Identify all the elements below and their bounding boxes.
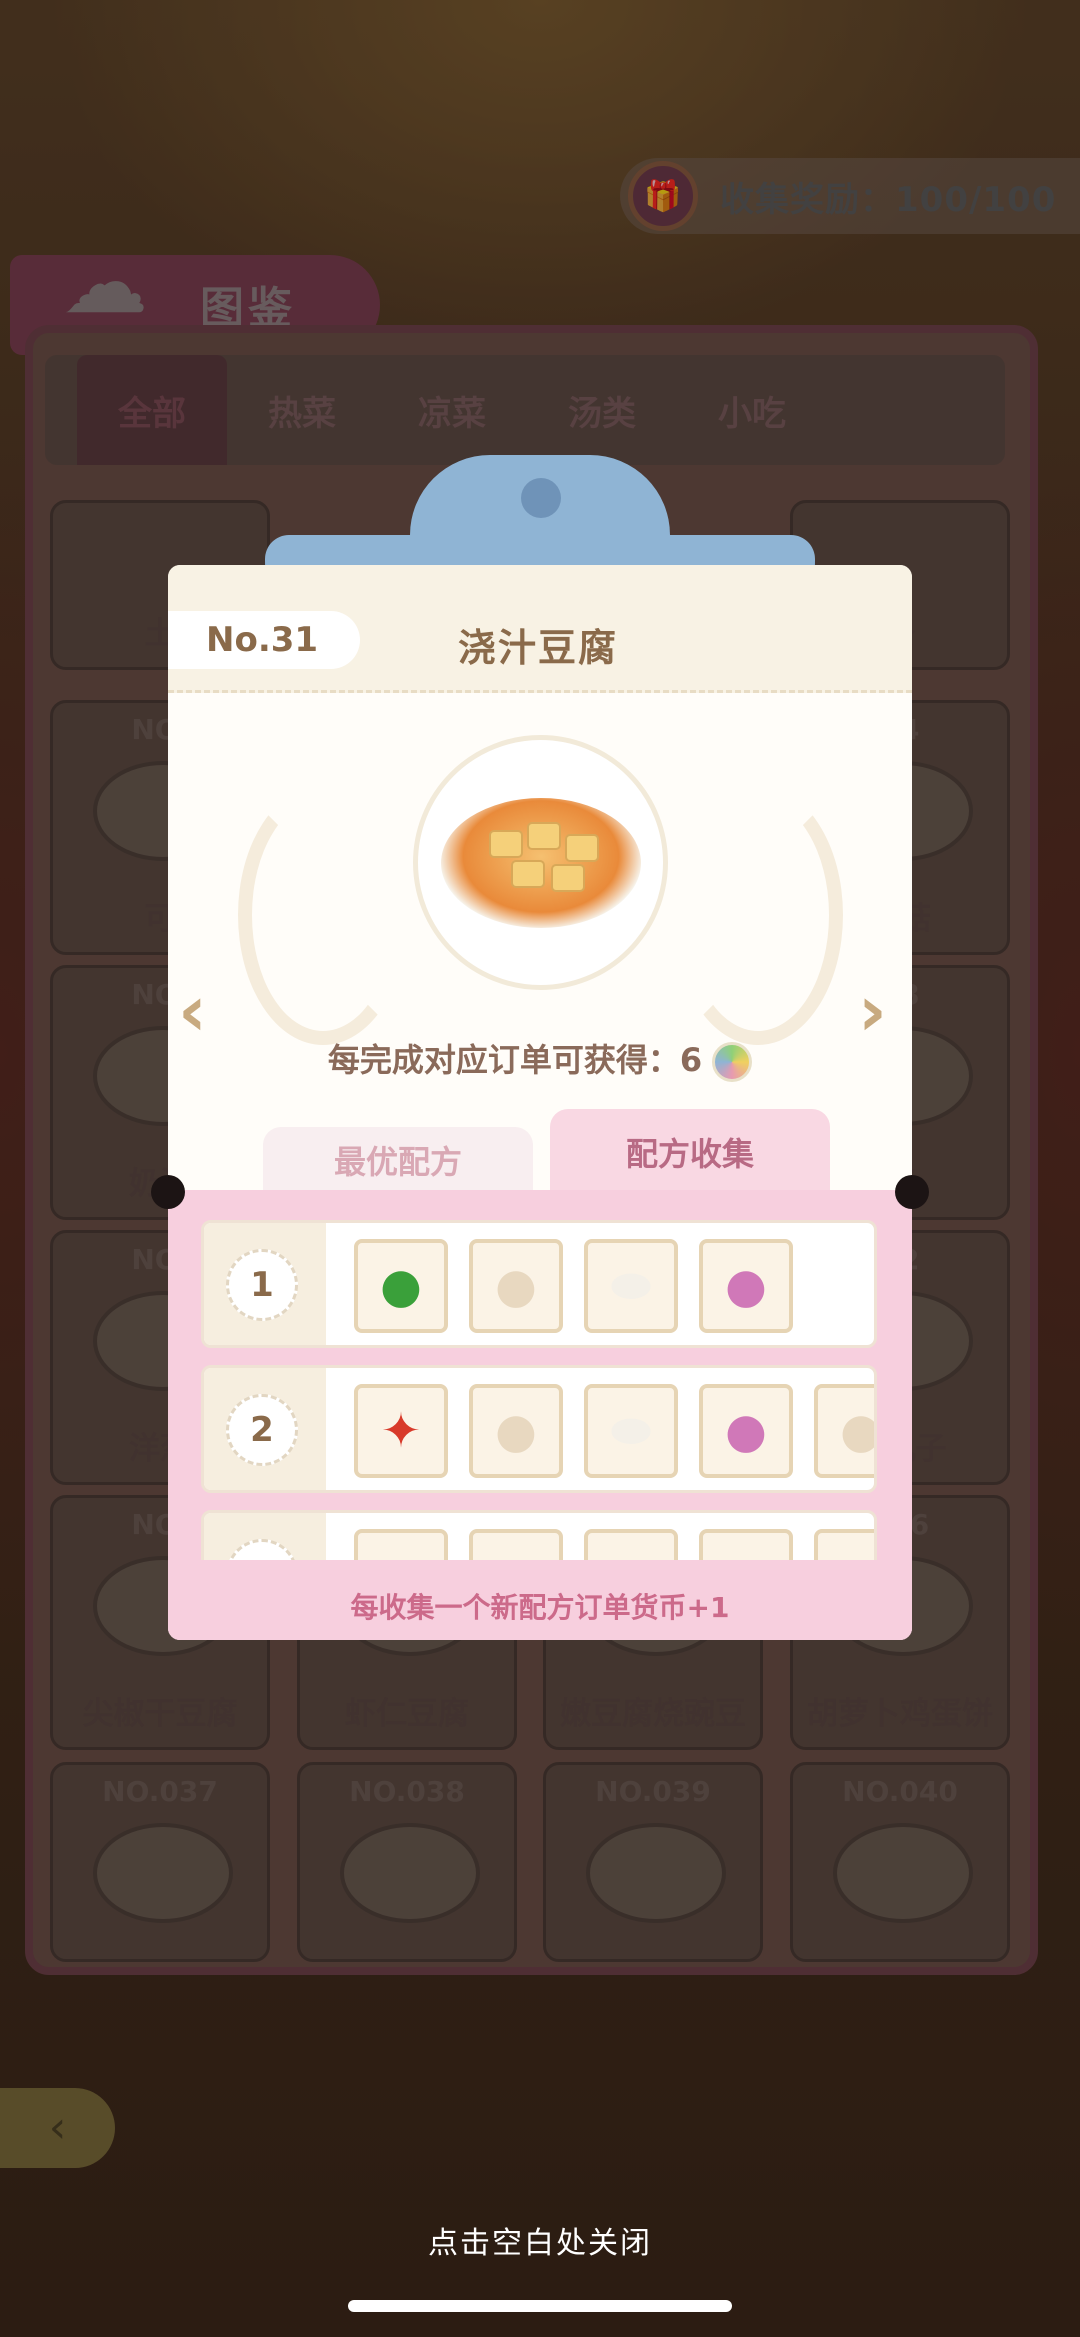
green-pepper-icon: ● (354, 1239, 448, 1333)
recipe-list[interactable]: 1 ● ● ⬬ ● 2 ✦ ● ⬬ ● ● 3 (201, 1220, 881, 1560)
ingredient-slot-icon (354, 1529, 448, 1560)
dish-image-frame (413, 735, 668, 990)
tofu-icon: ⬬ (584, 1239, 678, 1333)
recipe-number: 2 (226, 1394, 298, 1466)
recipe-row[interactable]: 1 ● ● ⬬ ● (201, 1220, 877, 1348)
onion-icon: ● (699, 1384, 793, 1478)
mushroom-icon: ● (814, 1384, 874, 1478)
order-reward-info: 每完成对应订单可获得：6 (168, 1035, 912, 1082)
currency-coin-icon (712, 1042, 753, 1082)
dish-title: 浇汁豆腐 (458, 626, 619, 670)
red-chili-icon: ✦ (354, 1384, 448, 1478)
ingredient-slot-icon (469, 1529, 563, 1560)
modal-header: No.31 浇汁豆腐 (168, 565, 912, 693)
ingredient-slot-icon (699, 1529, 793, 1560)
wreath-right-decoration (673, 785, 843, 1045)
mushroom-icon: ● (469, 1239, 563, 1333)
order-reward-text: 每完成对应订单可获得：6 (327, 1041, 703, 1079)
close-hint[interactable]: 点击空白处关闭 (0, 2218, 1080, 2262)
dish-detail-modal: No.31 浇汁豆腐 ‹ › 每完成对应订单可获得：6 最优配方 配方收集 1 … (168, 565, 912, 1640)
home-indicator[interactable] (348, 2300, 732, 2312)
collection-bonus-note: 每收集一个新配方订单货币+1 (168, 1575, 912, 1640)
mushroom-icon: ● (469, 1384, 563, 1478)
clipboard-clip-hole (521, 478, 561, 518)
wreath-left-decoration (238, 785, 408, 1045)
tofu-icon: ⬬ (584, 1384, 678, 1478)
recipe-number: 1 (226, 1249, 298, 1321)
ticket-notch-right (895, 1175, 929, 1209)
recipe-number: 3 (226, 1539, 298, 1560)
tab-recipe-collection[interactable]: 配方收集 (550, 1109, 830, 1197)
tab-best-recipe[interactable]: 最优配方 (263, 1127, 533, 1197)
dish-number-badge: No.31 (168, 611, 360, 669)
recipe-row[interactable]: 3 (201, 1510, 877, 1560)
ingredient-slot-icon (584, 1529, 678, 1560)
onion-icon: ● (699, 1239, 793, 1333)
ingredient-slot-icon (814, 1529, 874, 1560)
recipe-row[interactable]: 2 ✦ ● ⬬ ● ● (201, 1365, 877, 1493)
ticket-notch-left (151, 1175, 185, 1209)
tofu-dish-image (440, 797, 641, 928)
